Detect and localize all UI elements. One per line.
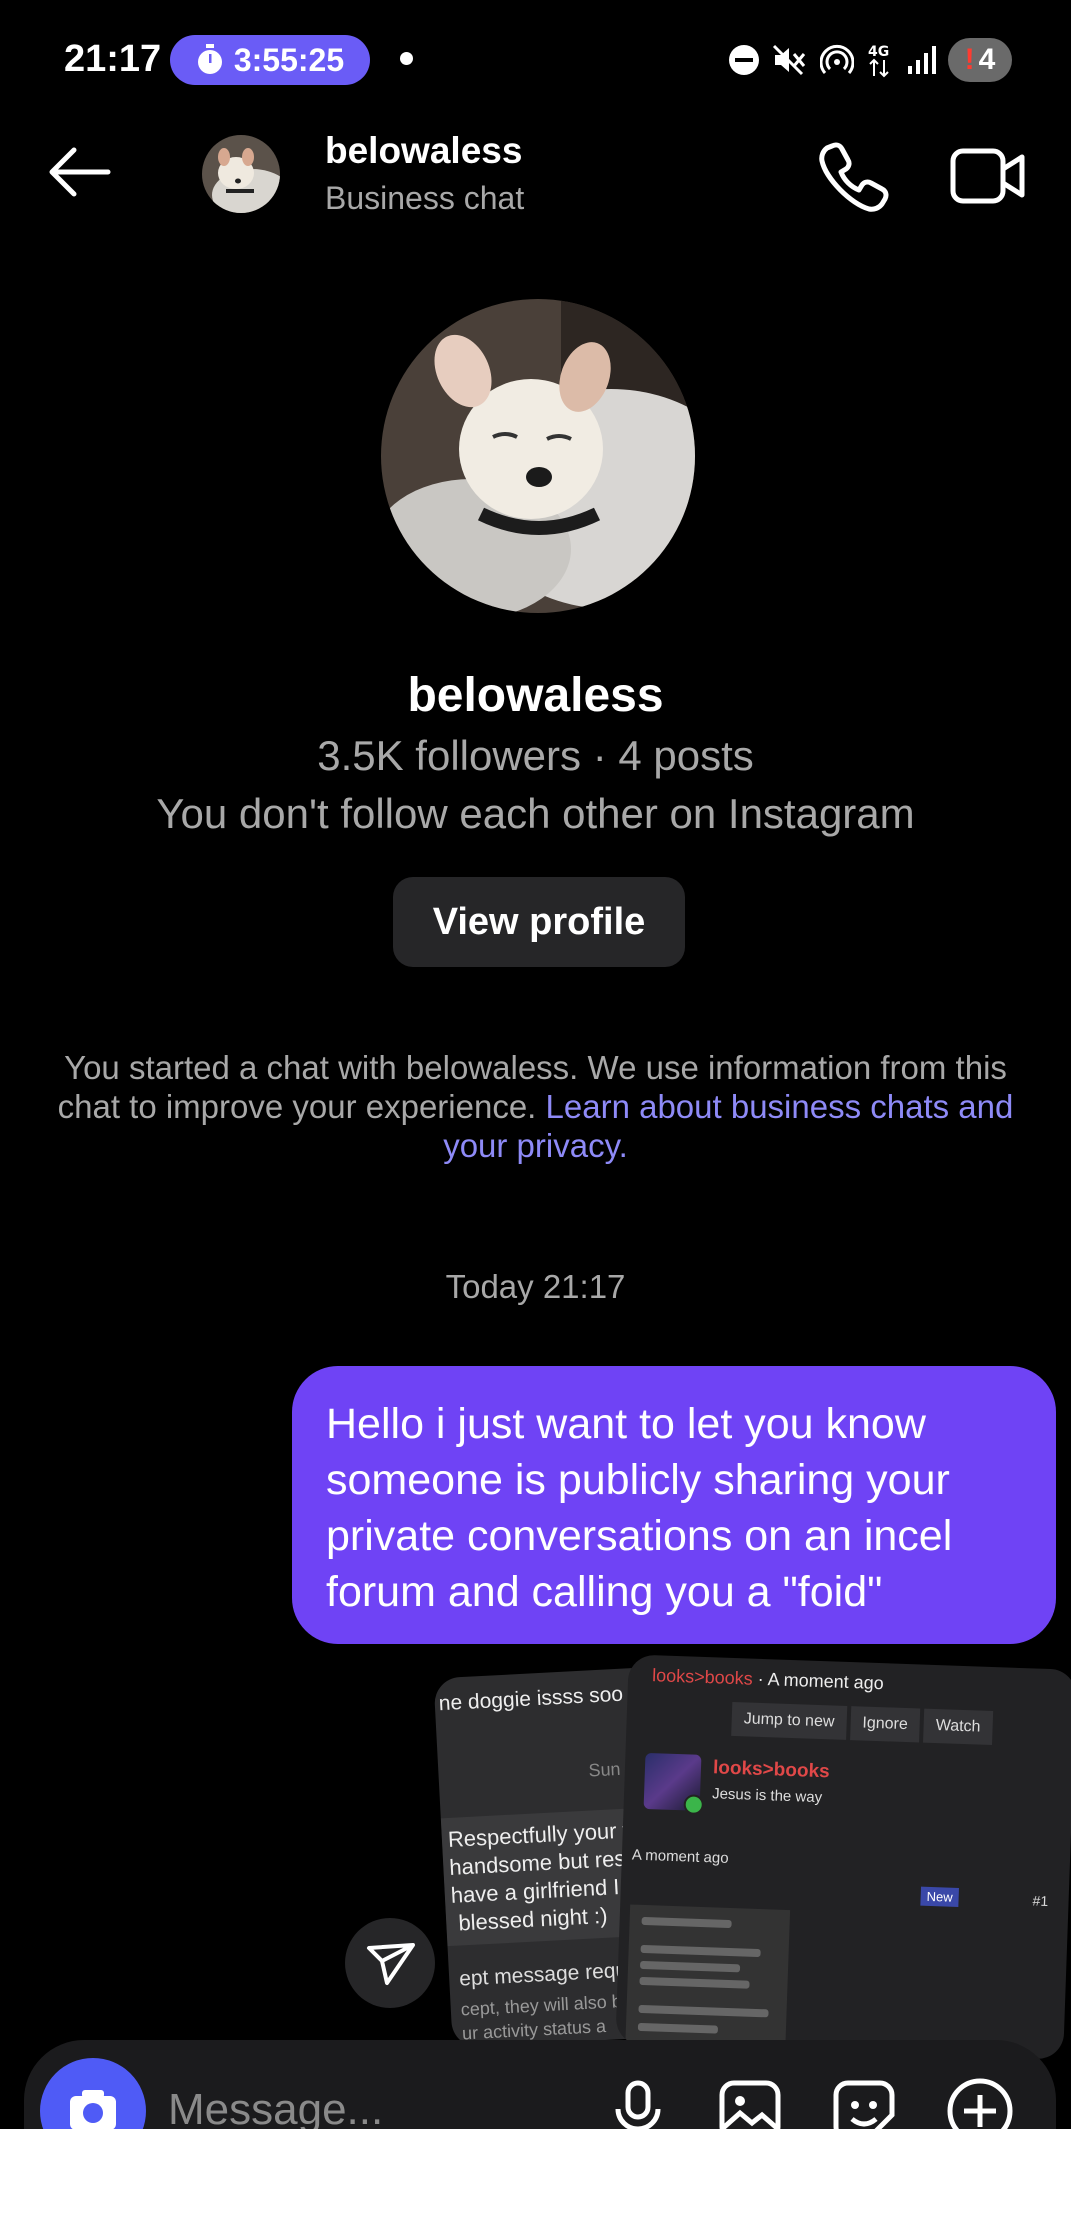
signal-icon <box>908 46 936 74</box>
header-username[interactable]: belowaless <box>325 130 522 172</box>
shot1-request: ept message requ <box>458 1958 628 1991</box>
share-button[interactable] <box>345 1918 435 2008</box>
shared-image-forum-screenshot[interactable]: looks>books · A moment ago Jump to new I… <box>615 1654 1071 2060</box>
battery-level: 4 <box>978 43 996 76</box>
phone-call-icon[interactable] <box>818 140 890 212</box>
shot2-ignore: Ignore <box>849 1706 921 1743</box>
battery-indicator: ! 4 <box>948 38 1012 82</box>
battery-alert: ! <box>964 43 975 76</box>
status-time: 21:17 <box>64 38 162 80</box>
profile-name: belowaless <box>407 669 664 722</box>
shot2-posted: A moment ago <box>631 1846 729 1867</box>
back-arrow-icon[interactable] <box>44 142 114 202</box>
dog-avatar-icon <box>202 135 280 213</box>
navigation-bar <box>0 2129 1071 2237</box>
shot2-avatar <box>643 1752 705 1815</box>
hotspot-icon <box>820 44 854 74</box>
shot1-header: ne doggie issss soo <box>438 1682 624 1716</box>
shot1-day: Sun <box>587 1758 622 1781</box>
video-call-icon[interactable] <box>950 145 1026 207</box>
profile-stats: 3.5K followers · 4 posts <box>317 732 754 779</box>
shot2-header: looks>books · A moment ago <box>651 1665 885 1694</box>
shot1-subtext: cept, they will also b ur activity statu… <box>460 1991 622 2044</box>
network-4g-icon: 4G <box>868 44 889 78</box>
svg-text:4G: 4G <box>868 44 889 60</box>
view-profile-button[interactable]: View profile <box>393 877 685 967</box>
notification-dot-icon <box>400 52 413 65</box>
sent-message-bubble[interactable]: Hello i just want to let you know someon… <box>292 1366 1056 1644</box>
stopwatch-icon <box>197 44 222 74</box>
shot2-buttons: Jump to new Ignore Watch <box>731 1701 994 1746</box>
shot2-watch: Watch <box>923 1708 994 1746</box>
shot2-post-number: #1 <box>1032 1892 1049 1910</box>
shot2-forum: looks>books <box>651 1665 754 1689</box>
shot2-embedded-image <box>625 1904 791 2050</box>
status-icons: 4G ! 4 <box>728 38 1012 82</box>
date-separator: Today 21:17 <box>445 1268 626 1305</box>
timer-value: 3:55:25 <box>233 41 345 78</box>
follow-status: You don't follow each other on Instagram <box>156 790 915 837</box>
header-avatar[interactable] <box>202 135 280 213</box>
profile-avatar[interactable] <box>381 299 695 613</box>
shot2-time: A moment ago <box>767 1669 885 1694</box>
shot2-user: looks>books <box>712 1757 830 1783</box>
online-dot-icon <box>683 1794 705 1815</box>
business-chat-notice: You started a chat with belowaless. We u… <box>55 1048 1016 1165</box>
shot2-jump: Jump to new <box>731 1701 847 1740</box>
shot2-new-badge: New <box>920 1886 960 1907</box>
mute-icon <box>772 44 806 76</box>
dog-photo-icon <box>381 299 695 613</box>
dnd-icon <box>729 45 759 75</box>
timer-pill[interactable]: 3:55:25 <box>170 35 370 85</box>
shot2-bio: Jesus is the way <box>711 1785 823 1807</box>
header-subtitle: Business chat <box>325 180 525 216</box>
send-paper-plane-icon <box>367 1943 415 1985</box>
